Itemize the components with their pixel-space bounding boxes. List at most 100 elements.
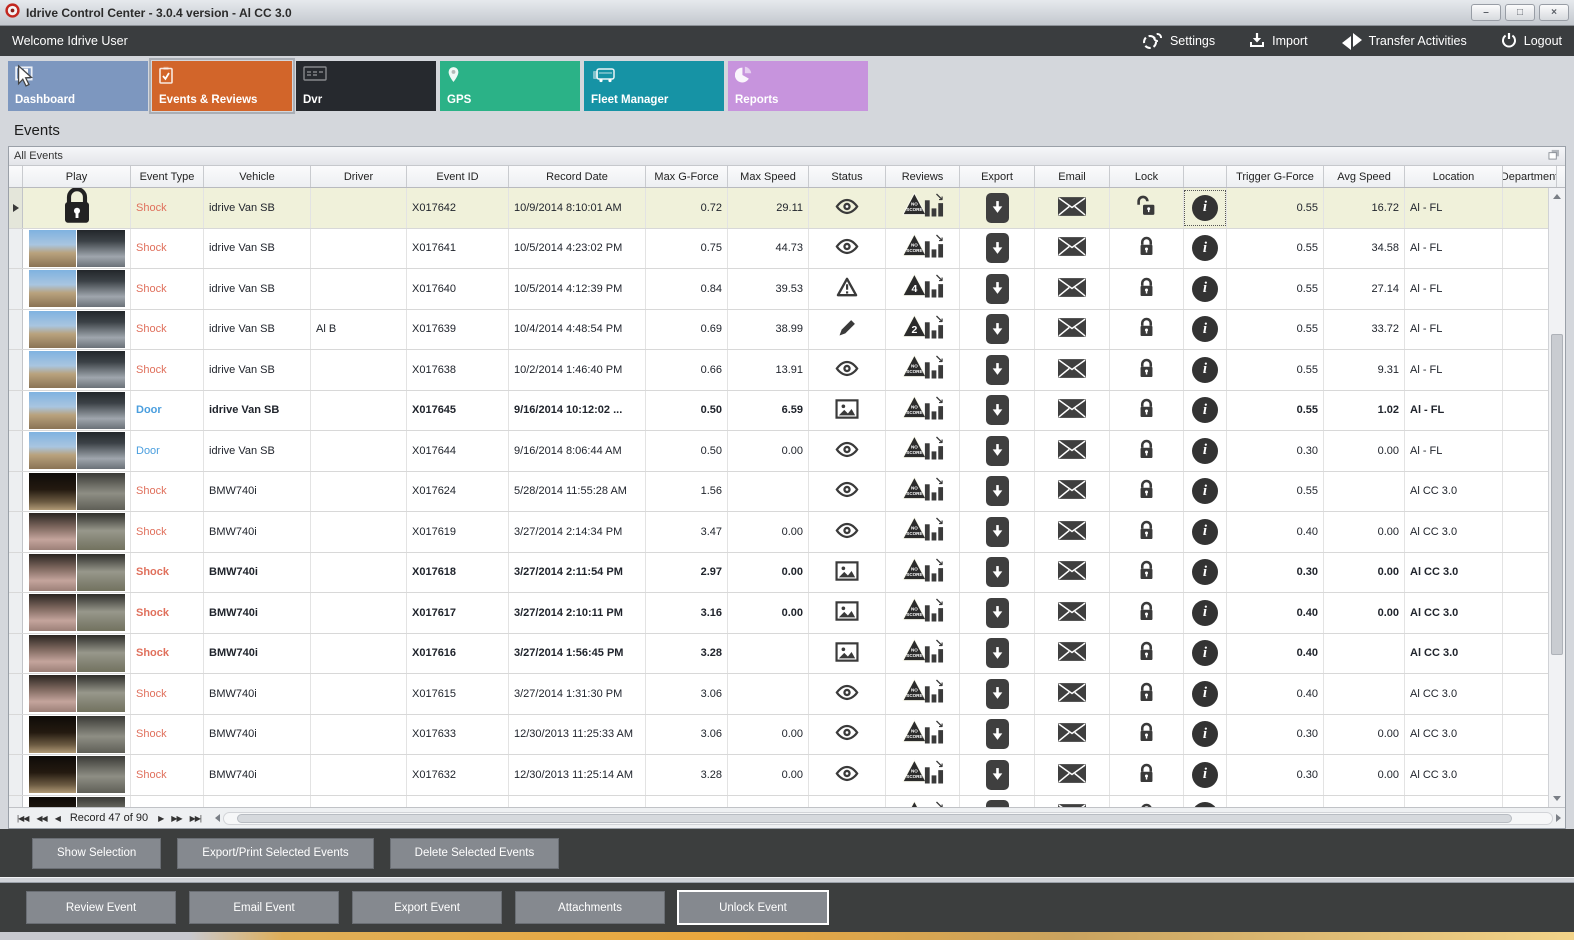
unlock-event-button[interactable]: Unlock Event: [677, 890, 829, 925]
cell-reviews[interactable]: NOSCORE ↘: [886, 552, 960, 592]
cell-export[interactable]: [960, 552, 1035, 592]
email-icon[interactable]: [1058, 318, 1086, 340]
table-row[interactable]: NOSCORE ↘ i: [9, 795, 1548, 807]
locked-icon[interactable]: [1138, 397, 1155, 423]
export-print-selected-events-button[interactable]: Export/Print Selected Events: [177, 837, 374, 869]
cell-email[interactable]: [1035, 795, 1110, 807]
cell-export[interactable]: [960, 431, 1035, 471]
cell-email[interactable]: [1035, 188, 1110, 228]
event-thumbnail[interactable]: [28, 310, 125, 348]
info-icon[interactable]: i: [1192, 397, 1218, 424]
review-score-icon[interactable]: NOSCORE ↘: [901, 555, 944, 589]
cell-export[interactable]: [960, 390, 1035, 430]
cell-reviews[interactable]: NOSCORE ↘: [886, 431, 960, 471]
locked-icon[interactable]: [1138, 600, 1155, 626]
cell-lock[interactable]: [1110, 269, 1184, 309]
cell-export[interactable]: [960, 269, 1035, 309]
event-thumbnail[interactable]: [28, 796, 125, 807]
export-icon[interactable]: [985, 516, 1009, 547]
cell-info[interactable]: i: [1184, 552, 1227, 592]
export-icon[interactable]: [985, 435, 1009, 466]
column-header-driver[interactable]: Driver: [311, 166, 407, 187]
column-header-play[interactable]: Play: [23, 166, 131, 187]
column-header-blank-14[interactable]: [1184, 166, 1227, 187]
unlocked-icon[interactable]: [1136, 195, 1157, 221]
column-header-status[interactable]: Status: [809, 166, 886, 187]
cell-export[interactable]: [960, 512, 1035, 552]
info-icon[interactable]: i: [1192, 721, 1218, 748]
cell-reviews[interactable]: NOSCORE ↘: [886, 188, 960, 228]
event-thumbnail[interactable]: [28, 432, 125, 470]
email-icon[interactable]: [1058, 723, 1086, 745]
cell-info[interactable]: i: [1184, 593, 1227, 633]
email-icon[interactable]: [1058, 399, 1086, 421]
locked-icon[interactable]: [1138, 235, 1155, 261]
event-thumbnail[interactable]: [28, 675, 125, 713]
table-row[interactable]: Door idrive Van SB X017644 9/16/2014 8:06:4…: [9, 431, 1548, 472]
cell-reviews[interactable]: NOSCORE ↘: [886, 228, 960, 268]
cell-export[interactable]: [960, 471, 1035, 511]
cell-lock[interactable]: [1110, 188, 1184, 228]
cell-info[interactable]: i: [1184, 431, 1227, 471]
export-icon[interactable]: [985, 233, 1009, 264]
first-record-button[interactable]: |◀◀: [13, 814, 32, 823]
cell-info[interactable]: i: [1184, 390, 1227, 430]
table-row[interactable]: Shock idrive Van SB X017641 10/5/2014 4:23:…: [9, 228, 1548, 269]
cell-reviews[interactable]: NOSCORE ↘: [886, 350, 960, 390]
cell-email[interactable]: [1035, 552, 1110, 592]
cell-lock[interactable]: [1110, 350, 1184, 390]
export-icon[interactable]: [985, 597, 1009, 628]
table-row[interactable]: Shock BMW740i X017616 3/27/2014 1:56:45 PM 3…: [9, 633, 1548, 674]
cell-email[interactable]: [1035, 269, 1110, 309]
table-row[interactable]: Shock BMW740i X017617 3/27/2014 2:10:11 PM 3…: [9, 593, 1548, 634]
cell-export[interactable]: [960, 309, 1035, 349]
scroll-down-button[interactable]: [1549, 790, 1565, 807]
cell-export[interactable]: [960, 755, 1035, 795]
cell-reviews[interactable]: NOSCORE ↘: [886, 755, 960, 795]
info-icon[interactable]: i: [1192, 761, 1218, 788]
locked-icon[interactable]: [1138, 316, 1155, 342]
horizontal-scroll-thumb[interactable]: [237, 813, 1513, 823]
scroll-up-button[interactable]: [1549, 188, 1565, 205]
cell-email[interactable]: [1035, 755, 1110, 795]
cell-lock[interactable]: [1110, 431, 1184, 471]
cell-reviews[interactable]: NOSCORE ↘: [886, 390, 960, 430]
review-score-icon[interactable]: 2 ↘: [901, 312, 944, 346]
review-score-icon[interactable]: NOSCORE ↘: [901, 676, 944, 710]
email-icon[interactable]: [1058, 277, 1086, 300]
cell-play[interactable]: [23, 228, 131, 268]
cell-export[interactable]: [960, 714, 1035, 754]
info-icon[interactable]: i: [1192, 599, 1218, 626]
cell-export[interactable]: [960, 674, 1035, 714]
locked-icon[interactable]: [1138, 762, 1155, 788]
column-header-event-type[interactable]: Event Type: [131, 166, 204, 187]
table-row[interactable]: Shock idrive Van SB Al B X017639 10/4/2014 4…: [9, 309, 1548, 350]
column-header-avg-speed[interactable]: Avg Speed: [1324, 166, 1405, 187]
cell-email[interactable]: [1035, 390, 1110, 430]
review-score-icon[interactable]: NOSCORE ↘: [901, 717, 944, 751]
event-thumbnail[interactable]: [28, 270, 125, 308]
locked-icon[interactable]: [1138, 276, 1155, 302]
tile-dvr[interactable]: Dvr: [296, 61, 436, 111]
fast-prev-button[interactable]: ◀◀: [32, 814, 50, 823]
export-icon[interactable]: [985, 395, 1009, 426]
review-score-icon[interactable]: NOSCORE ↘: [901, 352, 944, 386]
column-header-vehicle[interactable]: Vehicle: [204, 166, 311, 187]
cell-lock[interactable]: [1110, 552, 1184, 592]
cell-info[interactable]: i: [1184, 269, 1227, 309]
cell-reviews[interactable]: 4 ↘: [886, 269, 960, 309]
export-icon[interactable]: [985, 719, 1009, 750]
locked-icon[interactable]: [1138, 640, 1155, 666]
table-row[interactable]: Shock BMW740i X017619 3/27/2014 2:14:34 PM 3…: [9, 512, 1548, 553]
cell-play[interactable]: [23, 431, 131, 471]
event-thumbnail[interactable]: [28, 229, 125, 267]
review-score-icon[interactable]: NOSCORE ↘: [901, 474, 944, 508]
cell-play[interactable]: [23, 512, 131, 552]
cell-export[interactable]: [960, 795, 1035, 807]
cell-export[interactable]: [960, 188, 1035, 228]
cell-reviews[interactable]: NOSCORE ↘: [886, 512, 960, 552]
email-icon[interactable]: [1058, 237, 1086, 259]
tile-gps[interactable]: GPS: [440, 61, 580, 111]
email-icon[interactable]: [1058, 358, 1086, 381]
info-icon[interactable]: i: [1192, 194, 1218, 221]
